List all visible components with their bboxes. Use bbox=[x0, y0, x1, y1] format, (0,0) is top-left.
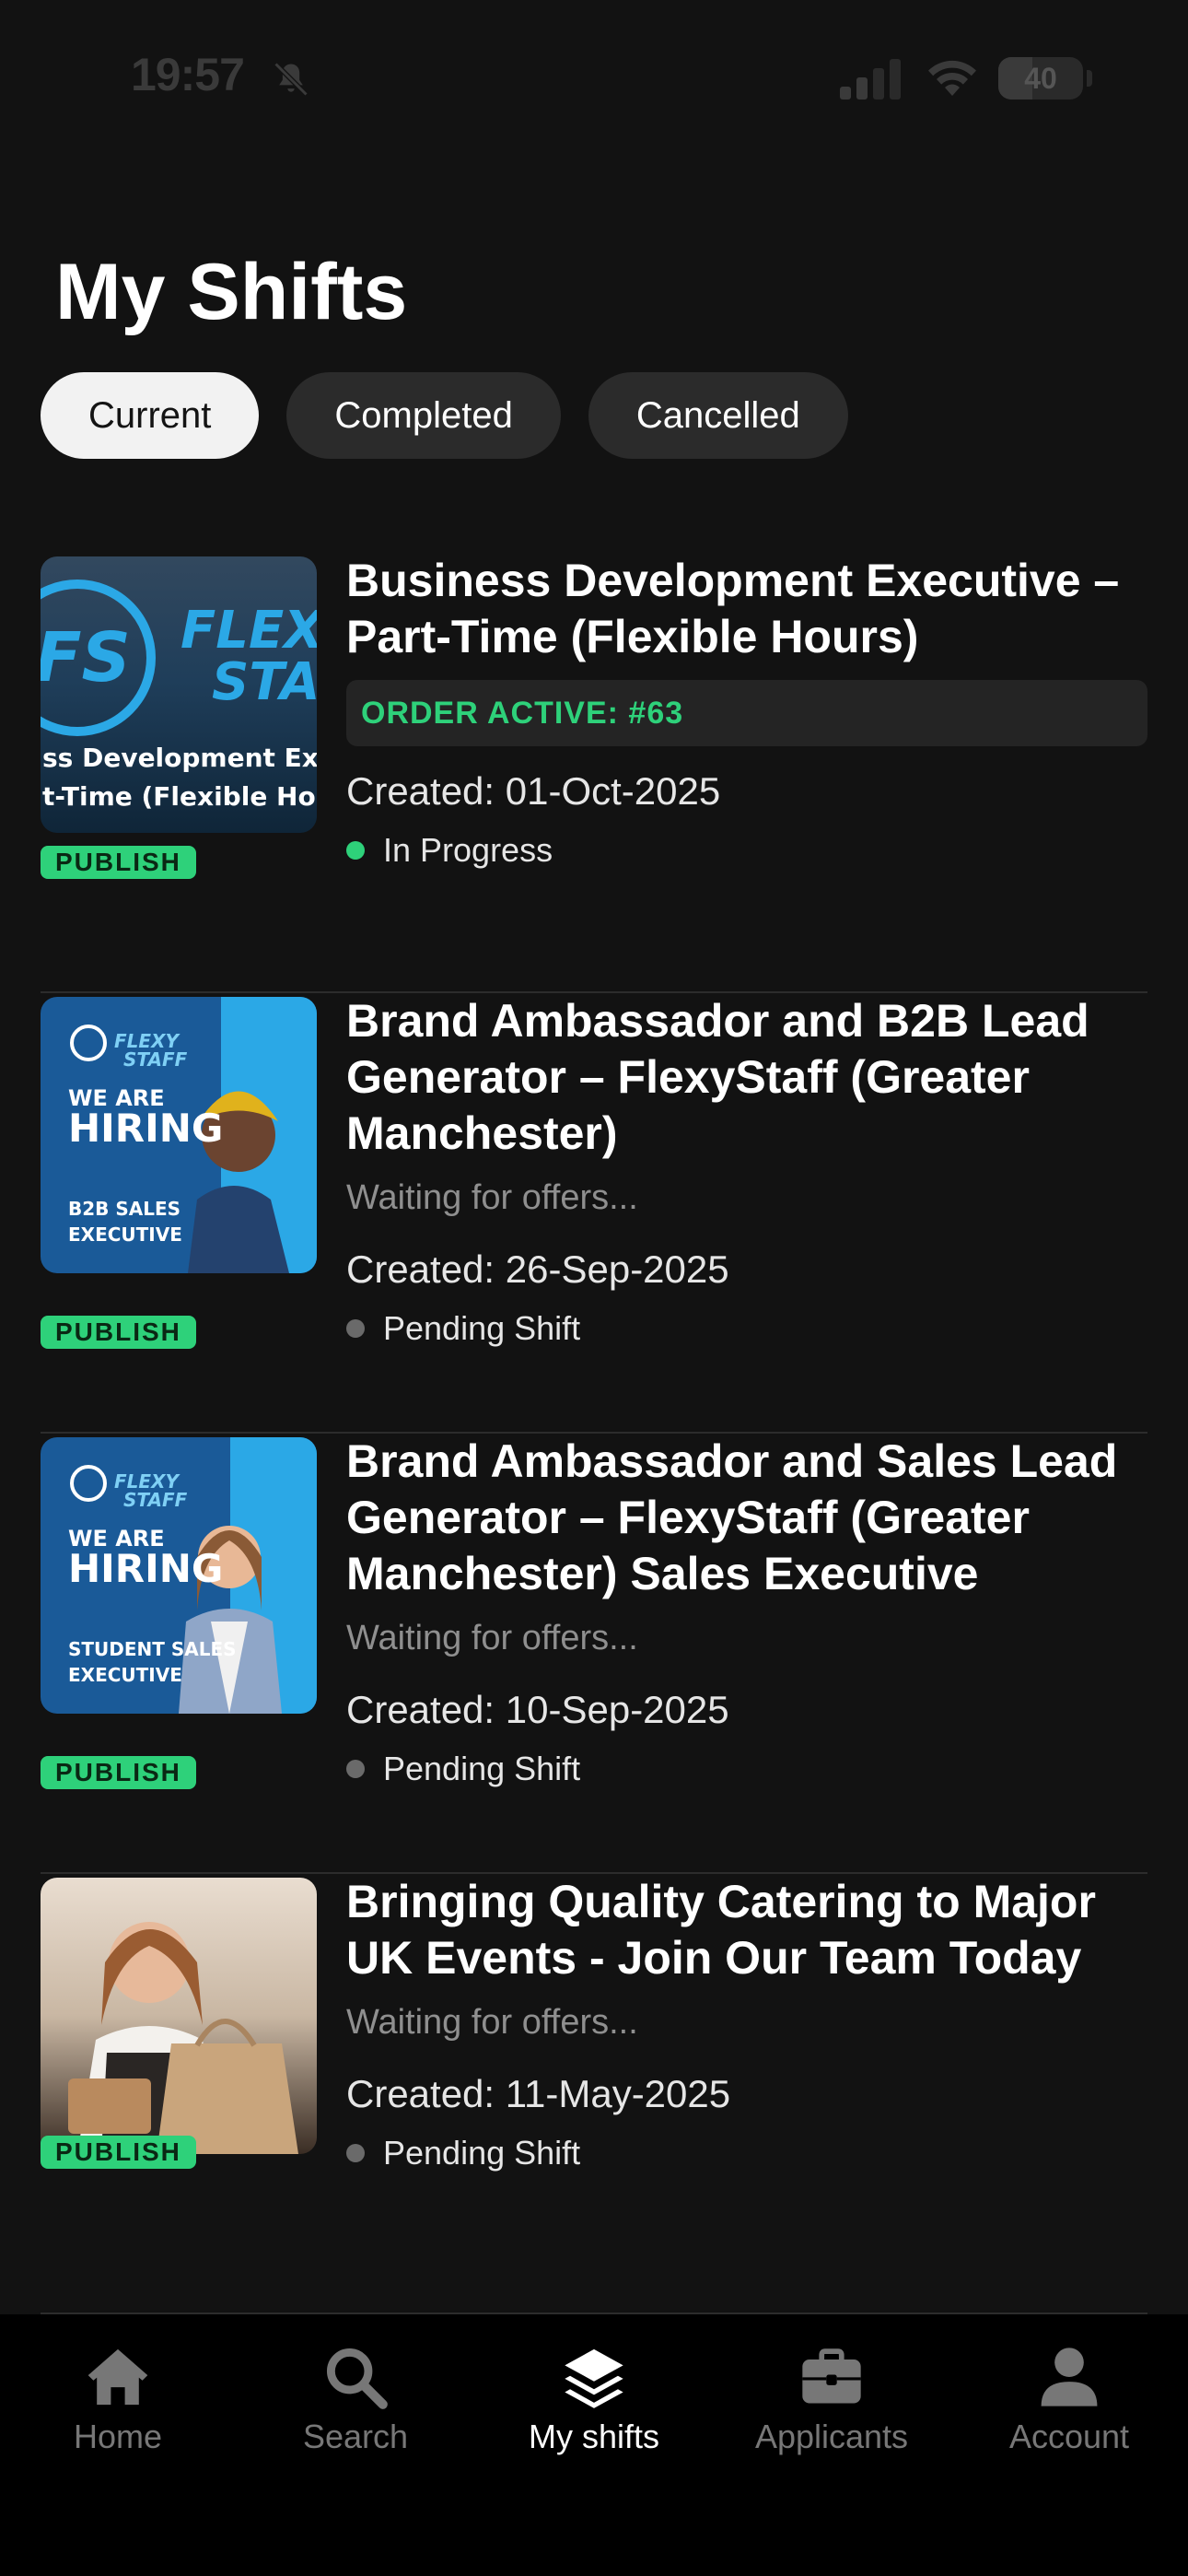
publish-badge: PUBLISH bbox=[41, 2136, 196, 2169]
shift-card-body: Business Development Executive – Part-Ti… bbox=[346, 553, 1147, 872]
thumb-caption-line-1: ss Development Exe bbox=[42, 743, 317, 773]
thumb-brand-line-2: STAFF bbox=[123, 1489, 188, 1511]
tab-cancelled[interactable]: Cancelled bbox=[588, 372, 848, 459]
shift-status-text: Pending Shift bbox=[383, 1309, 581, 1347]
shift-status: Pending Shift bbox=[346, 1748, 1147, 1790]
publish-badge: PUBLISH bbox=[41, 1316, 196, 1349]
shift-card-body: Bringing Quality Catering to Major UK Ev… bbox=[346, 1874, 1147, 2174]
publish-badge: PUBLISH bbox=[41, 846, 196, 879]
nav-home[interactable]: Home bbox=[17, 2342, 219, 2471]
nav-home-label: Home bbox=[73, 2418, 163, 2455]
thumb-brand-line-2: STAFF bbox=[123, 1048, 188, 1071]
status-bar: 19:57 40 bbox=[0, 0, 1188, 157]
shift-card-body: Brand Ambassador and B2B Lead Generator … bbox=[346, 993, 1147, 1350]
shift-status-text: In Progress bbox=[383, 831, 553, 869]
shift-card[interactable]: PUBLISH Bringing Quality Catering to Maj… bbox=[41, 1874, 1147, 2314]
thumb-hiring: HIRING bbox=[68, 1106, 224, 1151]
thumb-caption-line-2: t-Time (Flexible Hou bbox=[42, 781, 317, 812]
status-dot-icon bbox=[346, 841, 365, 860]
battery-tip bbox=[1087, 70, 1092, 87]
nav-applicants-label: Applicants bbox=[754, 2418, 909, 2455]
logo-monogram: FS bbox=[41, 618, 131, 697]
shift-card[interactable]: FLEXY STAFF WE ARE HIRING B2B SALES EXEC… bbox=[41, 993, 1147, 1434]
shift-status: In Progress bbox=[346, 829, 1147, 872]
home-icon bbox=[87, 2348, 148, 2406]
thumb-hiring: HIRING bbox=[68, 1546, 224, 1591]
shift-card[interactable]: FS FLEXY STAFF ss Development Exe t-Time… bbox=[41, 553, 1147, 993]
order-status-box: ORDER ACTIVE: #63 bbox=[346, 680, 1147, 746]
thumb-role-line-1: B2B SALES bbox=[68, 1198, 181, 1220]
status-time: 19:57 bbox=[131, 49, 245, 100]
shift-list: FS FLEXY STAFF ss Development Exe t-Time… bbox=[41, 553, 1147, 2314]
nav-applicants[interactable]: Applicants bbox=[730, 2342, 933, 2471]
shift-card[interactable]: FLEXY STAFF WE ARE HIRING STUDENT SALES … bbox=[41, 1434, 1147, 1874]
shift-title: Business Development Executive – Part-Ti… bbox=[346, 555, 1120, 662]
shift-thumbnail: FS FLEXY STAFF ss Development Exe t-Time… bbox=[41, 556, 317, 833]
order-active-label: ORDER ACTIVE: #63 bbox=[361, 695, 684, 731]
tab-current[interactable]: Current bbox=[41, 372, 260, 459]
status-dot-icon bbox=[346, 1760, 365, 1778]
nav-my-shifts[interactable]: My shifts bbox=[493, 2342, 695, 2471]
thumb-brand-line-2: STAFF bbox=[212, 652, 317, 712]
briefcase-icon bbox=[802, 2348, 861, 2404]
nav-my-shifts-label: My shifts bbox=[528, 2418, 659, 2455]
shift-thumbnail bbox=[41, 1878, 317, 2154]
nav-search-label: Search bbox=[302, 2418, 409, 2455]
shift-waiting-text: Waiting for offers... bbox=[346, 2003, 638, 2042]
signal-icon bbox=[840, 59, 901, 100]
shift-title: Brand Ambassador and Sales Lead Generato… bbox=[346, 1435, 1118, 1599]
shift-created-date: Created: 10-Sep-2025 bbox=[346, 1688, 729, 1731]
status-dot-icon bbox=[346, 2144, 365, 2162]
thumb-role-line-2: EXECUTIVE bbox=[68, 1664, 182, 1686]
catering-photo-graphic bbox=[68, 1922, 298, 2154]
shift-status-text: Pending Shift bbox=[383, 1750, 581, 1787]
nav-account[interactable]: Account bbox=[968, 2342, 1171, 2471]
wifi-icon bbox=[928, 60, 976, 96]
shift-title: Brand Ambassador and B2B Lead Generator … bbox=[346, 995, 1089, 1159]
search-icon bbox=[326, 2348, 388, 2409]
publish-badge: PUBLISH bbox=[41, 1756, 196, 1789]
shift-filter-tabs: Current Completed Cancelled bbox=[41, 372, 848, 459]
battery-indicator: 40 bbox=[998, 57, 1083, 100]
person-icon bbox=[1041, 2348, 1098, 2406]
shift-waiting-text: Waiting for offers... bbox=[346, 1178, 638, 1217]
bottom-navigation: Home Search My shifts Applicants Account bbox=[0, 2314, 1188, 2576]
nav-account-label: Account bbox=[1008, 2418, 1130, 2455]
nav-search[interactable]: Search bbox=[254, 2342, 457, 2471]
layers-icon bbox=[565, 2348, 623, 2408]
status-dot-icon bbox=[346, 1319, 365, 1338]
shift-thumbnail: FLEXY STAFF WE ARE HIRING B2B SALES EXEC… bbox=[41, 997, 317, 1273]
shift-waiting-text: Waiting for offers... bbox=[346, 1619, 638, 1657]
thumb-role-line-1: STUDENT SALES bbox=[68, 1638, 237, 1660]
shift-title: Bringing Quality Catering to Major UK Ev… bbox=[346, 1876, 1096, 1984]
shift-created-date: Created: 01-Oct-2025 bbox=[346, 769, 721, 813]
tab-completed[interactable]: Completed bbox=[286, 372, 561, 459]
page-title: My Shifts bbox=[55, 248, 408, 336]
shift-created-date: Created: 26-Sep-2025 bbox=[346, 1247, 729, 1291]
shift-status-text: Pending Shift bbox=[383, 2134, 581, 2172]
shift-thumbnail: FLEXY STAFF WE ARE HIRING STUDENT SALES … bbox=[41, 1437, 317, 1714]
bell-muted-icon bbox=[274, 62, 309, 97]
shift-status: Pending Shift bbox=[346, 2132, 1147, 2174]
battery-level-text: 40 bbox=[1024, 62, 1057, 95]
shift-status: Pending Shift bbox=[346, 1307, 1147, 1350]
shift-created-date: Created: 11-May-2025 bbox=[346, 2072, 731, 2115]
thumb-role-line-2: EXECUTIVE bbox=[68, 1224, 182, 1246]
shift-card-body: Brand Ambassador and Sales Lead Generato… bbox=[346, 1434, 1147, 1790]
